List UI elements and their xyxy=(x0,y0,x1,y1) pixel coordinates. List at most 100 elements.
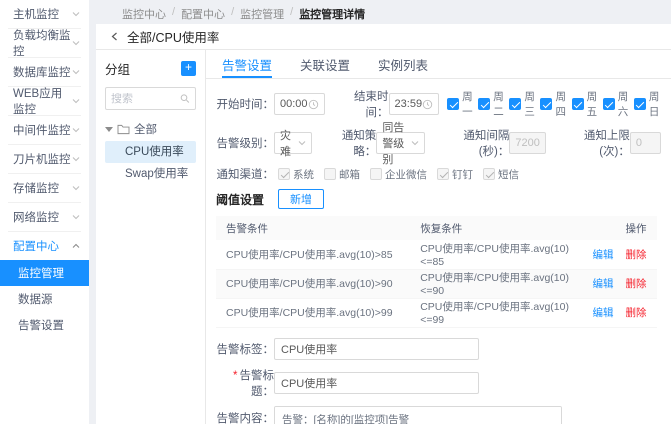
alarm-title-input[interactable] xyxy=(274,371,479,394)
sidebar-item-network-monitoring[interactable]: 网络监控 xyxy=(0,203,89,231)
breadcrumb-item[interactable]: 监控管理 xyxy=(240,6,284,22)
back-chevron-icon[interactable] xyxy=(110,32,119,41)
tab-bar: 告警设置 关联设置 实例列表 xyxy=(206,50,671,79)
tree-root-label: 全部 xyxy=(134,124,157,136)
delete-link[interactable]: 删除 xyxy=(626,278,647,290)
delete-link[interactable]: 删除 xyxy=(626,307,647,319)
notify-interval-input: 7200 xyxy=(509,132,546,154)
sidebar-item-host-monitoring[interactable]: 主机监控 xyxy=(0,0,89,28)
channel-checkbox-wecom: 企业微信 xyxy=(370,167,427,182)
end-time-value: 23:59 xyxy=(394,98,423,110)
checkbox-icon xyxy=(509,98,522,110)
alarm-settings-pane: 开始时间： 00:00 结束时间： 23:59 周一 周二 周三 周四 周五 周… xyxy=(206,79,671,424)
chevron-down-icon xyxy=(412,141,419,146)
chevron-down-icon xyxy=(72,12,80,17)
add-threshold-button[interactable]: 新增 xyxy=(278,189,325,209)
tab-alarm-settings[interactable]: 告警设置 xyxy=(222,50,273,78)
start-time-input[interactable]: 00:00 xyxy=(274,93,325,115)
tree-item-swap-usage[interactable]: Swap使用率 xyxy=(105,163,196,185)
col-operations: 操作 xyxy=(582,216,657,240)
chevron-down-icon xyxy=(72,157,80,162)
sidebar-item-label: 存储监控 xyxy=(13,183,59,195)
sidebar-item-loadbalancer-monitoring[interactable]: 负载均衡监控 xyxy=(0,29,89,58)
weekday-checkbox-mon[interactable]: 周一 xyxy=(447,89,474,119)
weekday-checkbox-sat[interactable]: 周六 xyxy=(602,89,630,119)
sidebar-item-webapp-monitoring[interactable]: WEB应用监控 xyxy=(0,87,89,116)
weekday-checkbox-wed[interactable]: 周三 xyxy=(509,89,536,119)
breadcrumb-item[interactable]: 监控中心 xyxy=(122,6,166,22)
breadcrumb-separator: / xyxy=(172,6,176,18)
delete-link[interactable]: 删除 xyxy=(626,249,647,261)
breadcrumb-item[interactable]: 配置中心 xyxy=(181,6,225,22)
end-time-label: 结束时间： xyxy=(354,91,389,119)
start-time-value: 00:00 xyxy=(280,98,308,110)
sidebar-item-storage-monitoring[interactable]: 存储监控 xyxy=(0,174,89,202)
channel-checkbox-email: 邮箱 xyxy=(324,167,360,182)
edit-link[interactable]: 编辑 xyxy=(593,278,614,290)
chevron-down-icon xyxy=(72,99,80,104)
group-tree: 全部 CPU使用率 Swap使用率 xyxy=(105,121,196,185)
alarm-tag-input[interactable] xyxy=(274,337,479,360)
end-time-input[interactable]: 23:59 xyxy=(388,93,440,115)
alert-condition-cell: CPU使用率/CPU使用率.avg(10)>99 xyxy=(216,298,411,328)
page-title: 全部/CPU使用率 xyxy=(127,31,220,45)
folder-icon xyxy=(117,124,130,134)
checkbox-icon xyxy=(483,168,495,180)
weekday-label: 周五 xyxy=(586,91,598,118)
add-group-button[interactable]: + xyxy=(181,61,196,76)
table-row: CPU使用率/CPU使用率.avg(10)>90 CPU使用率/CPU使用率.a… xyxy=(216,269,657,299)
weekday-label: 周六 xyxy=(617,91,629,118)
sidebar-item-label: 数据库监控 xyxy=(13,67,71,79)
checkbox-icon xyxy=(370,168,382,180)
tab-association-settings[interactable]: 关联设置 xyxy=(300,50,350,78)
alert-condition-cell: CPU使用率/CPU使用率.avg(10)>85 xyxy=(216,240,411,270)
sidebar-item-blade-monitoring[interactable]: 刀片机监控 xyxy=(0,145,89,173)
weekday-checkbox-sun[interactable]: 周日 xyxy=(633,89,661,119)
weekday-checkbox-fri[interactable]: 周五 xyxy=(571,89,599,119)
sidebar-item-monitoring-management[interactable]: 监控管理 xyxy=(0,260,89,286)
tree-root-all[interactable]: 全部 xyxy=(105,121,196,137)
sidebar-item-middleware-monitoring[interactable]: 中间件监控 xyxy=(0,116,89,144)
tree-item-cpu-usage[interactable]: CPU使用率 xyxy=(105,141,196,163)
sidebar-item-alarm-settings[interactable]: 告警设置 xyxy=(0,312,89,338)
alarm-level-select[interactable]: 灾难 xyxy=(274,130,313,158)
breadcrumb-separator: / xyxy=(290,6,294,18)
alarm-level-value: 灾难 xyxy=(280,130,291,158)
weekday-label: 周三 xyxy=(524,91,535,118)
required-asterisk: * xyxy=(233,369,238,382)
edit-link[interactable]: 编辑 xyxy=(593,249,614,261)
alarm-content-row: 告警内容： 告警：[名称]的[监控项]告警 当前值:[当前值] 表达式:[表达式… xyxy=(216,405,661,424)
edit-link[interactable]: 编辑 xyxy=(593,307,614,319)
checkbox-icon xyxy=(324,168,336,180)
weekday-label: 周四 xyxy=(555,91,566,118)
notify-strategy-value: 同告警级别 xyxy=(382,122,405,166)
sidebar-item-database-monitoring[interactable]: 数据库监控 xyxy=(0,58,89,86)
checkbox-icon xyxy=(447,98,460,110)
weekday-checkbox-tue[interactable]: 周二 xyxy=(478,89,505,119)
notify-strategy-select[interactable]: 同告警级别 xyxy=(376,122,426,166)
sidebar-item-label: 网络监控 xyxy=(13,212,59,224)
channel-label: 企业微信 xyxy=(385,168,427,181)
col-alert-condition: 告警条件 xyxy=(216,216,411,240)
threshold-table: 告警条件 恢复条件 操作 CPU使用率/CPU使用率.avg(10)>85 CP… xyxy=(216,216,657,328)
chevron-down-icon xyxy=(72,128,80,133)
sidebar-item-label: 负载均衡监控 xyxy=(13,30,71,58)
notify-limit-label: 通知上限(次)： xyxy=(583,130,630,158)
alarm-content-textarea[interactable]: 告警：[名称]的[监控项]告警 当前值:[当前值] 表达式:[表达式] 告警时间… xyxy=(274,405,562,424)
sidebar-item-label: WEB应用监控 xyxy=(13,88,63,116)
weekday-checkbox-thu[interactable]: 周四 xyxy=(540,89,567,119)
sidebar-item-data-source[interactable]: 数据源 xyxy=(0,286,89,312)
sidebar-item-config-center[interactable]: 配置中心 xyxy=(0,232,89,260)
tab-instance-list[interactable]: 实例列表 xyxy=(378,50,428,78)
channel-label: 钉钉 xyxy=(452,168,473,181)
submenu-item-label: 数据源 xyxy=(18,294,53,306)
submenu-item-label: 监控管理 xyxy=(18,268,64,280)
table-row: CPU使用率/CPU使用率.avg(10)>99 CPU使用率/CPU使用率.a… xyxy=(216,298,657,328)
alarm-title-row: * 告警标题： xyxy=(216,367,661,399)
group-search-input[interactable] xyxy=(111,92,181,105)
group-search xyxy=(105,87,196,110)
channel-label: 短信 xyxy=(498,168,519,181)
caret-down-icon xyxy=(105,126,113,132)
channel-label: 系统 xyxy=(293,168,314,181)
checkbox-icon xyxy=(602,98,615,110)
